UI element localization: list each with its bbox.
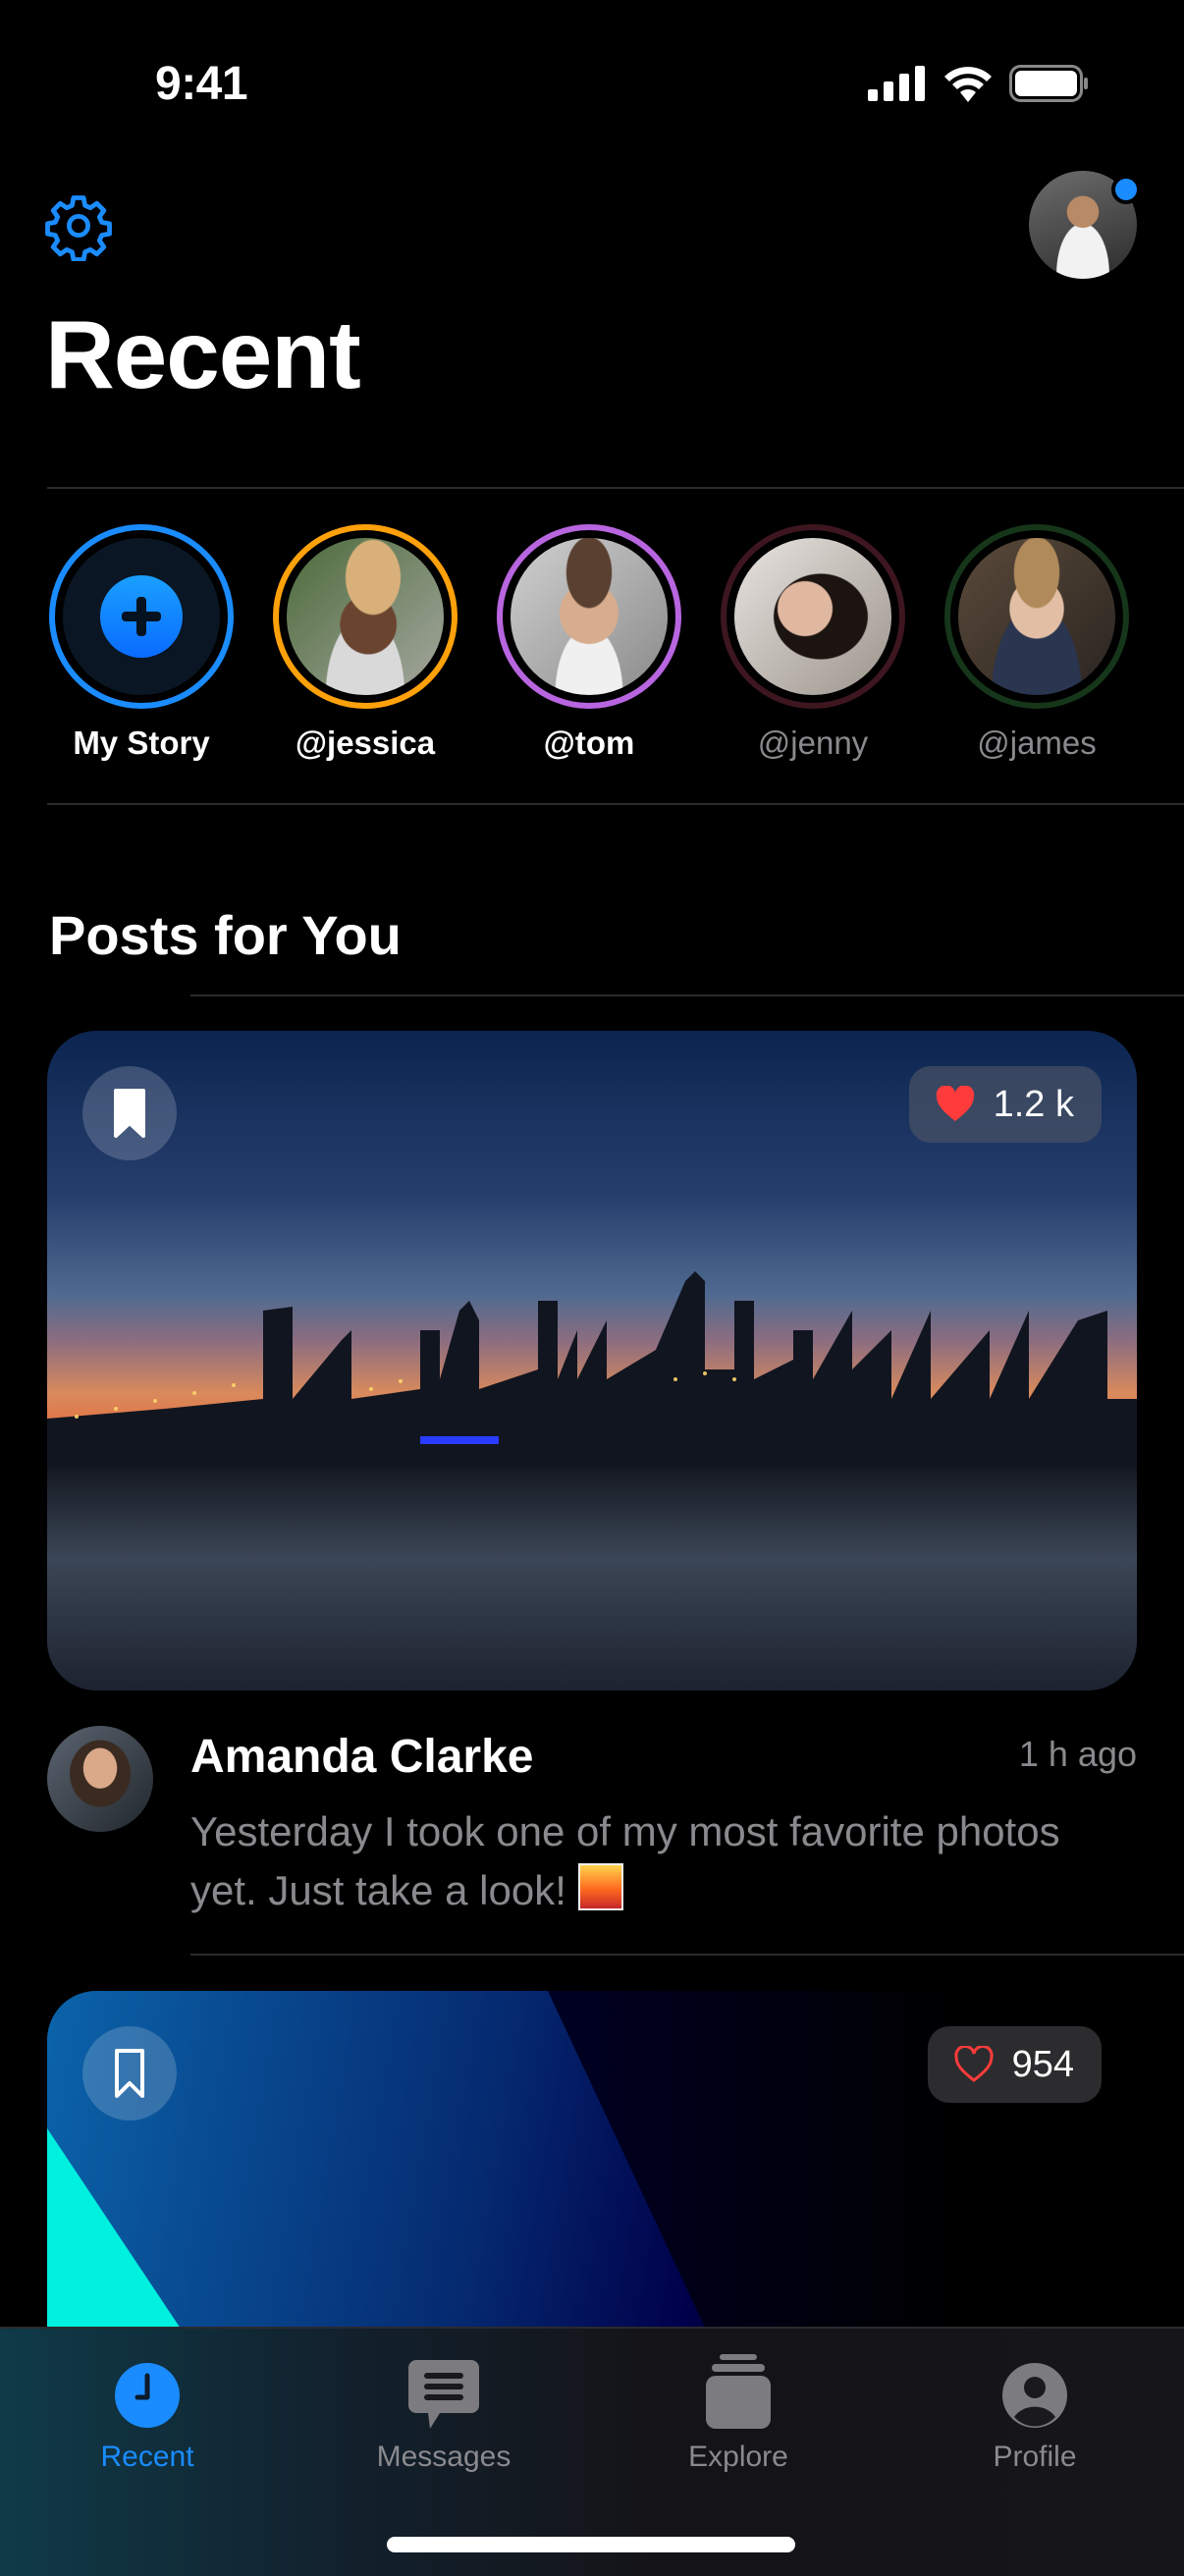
tab-label: Profile bbox=[993, 2441, 1077, 2473]
status-time: 9:41 bbox=[155, 58, 248, 110]
post-timestamp: 1 h ago bbox=[1018, 1734, 1137, 1774]
wifi-icon bbox=[944, 67, 992, 102]
bookmark-button[interactable] bbox=[82, 2026, 177, 2120]
settings-gear-icon[interactable] bbox=[43, 190, 114, 261]
cellular-signal-icon bbox=[868, 66, 925, 101]
notification-dot bbox=[1111, 175, 1141, 204]
header-divider bbox=[47, 487, 1184, 489]
like-count: 954 bbox=[1011, 2043, 1074, 2085]
post-caption: Yesterday I took one of my most favorite… bbox=[190, 1802, 1074, 1920]
heart-outline-icon bbox=[954, 2046, 994, 2082]
post-divider bbox=[190, 1954, 1184, 1956]
tab-label: Recent bbox=[100, 2441, 194, 2473]
status-icons bbox=[868, 65, 1090, 102]
home-indicator[interactable] bbox=[387, 2537, 795, 2552]
story-avatar bbox=[958, 538, 1115, 695]
story-ring bbox=[721, 524, 905, 709]
story-label: @jessica bbox=[295, 724, 436, 761]
tab-label: Messages bbox=[376, 2441, 511, 2473]
story-avatar bbox=[511, 538, 668, 695]
sunset-cityscape-emoji-icon bbox=[577, 1863, 623, 1910]
city-skyline-image bbox=[47, 1271, 1137, 1468]
story-label: @jenny bbox=[757, 724, 869, 761]
story-avatar bbox=[734, 538, 891, 695]
story-my-story[interactable]: My Story bbox=[45, 524, 238, 762]
clock-icon bbox=[115, 2363, 180, 2428]
stories-divider bbox=[47, 803, 1184, 805]
post-caption-text: Yesterday I took one of my most favorite… bbox=[190, 1808, 1060, 1913]
story-label: @tom bbox=[543, 724, 635, 761]
tab-label: Explore bbox=[688, 2441, 788, 2473]
post-image-card[interactable]: 1.2 k bbox=[47, 1031, 1137, 1690]
section-title: Posts for You bbox=[49, 904, 402, 966]
add-story-plus-icon[interactable] bbox=[100, 575, 183, 658]
like-button[interactable]: 1.2 k bbox=[908, 1066, 1102, 1143]
bookmark-filled-icon bbox=[114, 1089, 145, 1138]
tab-messages[interactable]: Messages bbox=[346, 2348, 542, 2474]
bookmark-outline-icon bbox=[115, 2049, 144, 2098]
like-button[interactable]: 954 bbox=[927, 2026, 1102, 2103]
story-label: @james bbox=[977, 724, 1097, 761]
tab-recent[interactable]: Recent bbox=[49, 2348, 245, 2474]
post-author-name[interactable]: Amanda Clarke bbox=[190, 1730, 533, 1784]
person-circle-icon bbox=[1002, 2363, 1067, 2428]
tab-explore[interactable]: Explore bbox=[640, 2348, 836, 2474]
battery-icon bbox=[1009, 65, 1088, 102]
story-jenny[interactable]: @jenny bbox=[717, 524, 909, 762]
story-ring bbox=[273, 524, 457, 709]
heart-filled-icon bbox=[936, 1086, 974, 1121]
story-tom[interactable]: @tom bbox=[493, 524, 685, 762]
post-author-avatar[interactable] bbox=[47, 1726, 153, 1832]
like-count: 1.2 k bbox=[993, 1083, 1074, 1125]
story-label: My Story bbox=[73, 724, 210, 761]
story-ring bbox=[944, 524, 1129, 709]
section-divider bbox=[190, 994, 1184, 996]
story-ring bbox=[497, 524, 681, 709]
tab-profile[interactable]: Profile bbox=[937, 2348, 1133, 2474]
story-avatar bbox=[287, 538, 444, 695]
story-ring bbox=[49, 524, 234, 709]
message-bubble-icon bbox=[408, 2360, 479, 2429]
page-title: Recent bbox=[45, 300, 361, 408]
story-jessica[interactable]: @jessica bbox=[269, 524, 461, 762]
story-james[interactable]: @james bbox=[941, 524, 1133, 762]
stack-icon bbox=[706, 2354, 771, 2429]
bookmark-button[interactable] bbox=[82, 1066, 177, 1160]
